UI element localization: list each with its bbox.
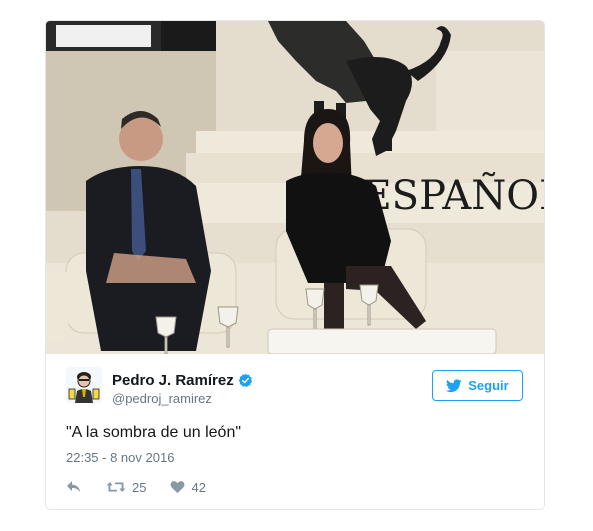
reply-icon (67, 481, 80, 492)
follow-label: Seguir (468, 378, 509, 393)
twitter-bird-icon (446, 378, 462, 392)
retweet-button[interactable]: 25 (106, 480, 146, 495)
follow-button[interactable]: Seguir (432, 370, 523, 401)
tweet-text: "A la sombra de un león" (66, 424, 242, 441)
heart-icon (171, 481, 185, 494)
author-name-row: Pedro J. Ramírez (112, 371, 253, 389)
avatar[interactable] (66, 367, 102, 403)
reply-button[interactable] (66, 480, 82, 494)
like-button[interactable]: 42 (170, 479, 206, 495)
tweet-timestamp[interactable]: 22:35 - 8 nov 2016 (66, 450, 174, 465)
event-photo-illustration: EL ESPAÑOL (46, 21, 544, 354)
tweet-photo[interactable]: EL ESPAÑOL (46, 21, 544, 354)
verified-badge-icon (238, 373, 252, 387)
tweet-actions: 25 42 (66, 478, 230, 496)
caricature-avatar-icon (66, 367, 102, 403)
retweet-icon (106, 482, 126, 492)
like-count: 42 (191, 479, 206, 495)
tweet-card: EL ESPAÑOL Pedro J. Ramírez @pedroj_rami… (45, 20, 545, 510)
tweet-header: Pedro J. Ramírez @pedroj_ramirez Seguir (66, 365, 524, 409)
retweet-count: 25 (132, 479, 147, 495)
author-name[interactable]: Pedro J. Ramírez (112, 372, 234, 389)
author-handle[interactable]: @pedroj_ramirez (112, 391, 212, 406)
